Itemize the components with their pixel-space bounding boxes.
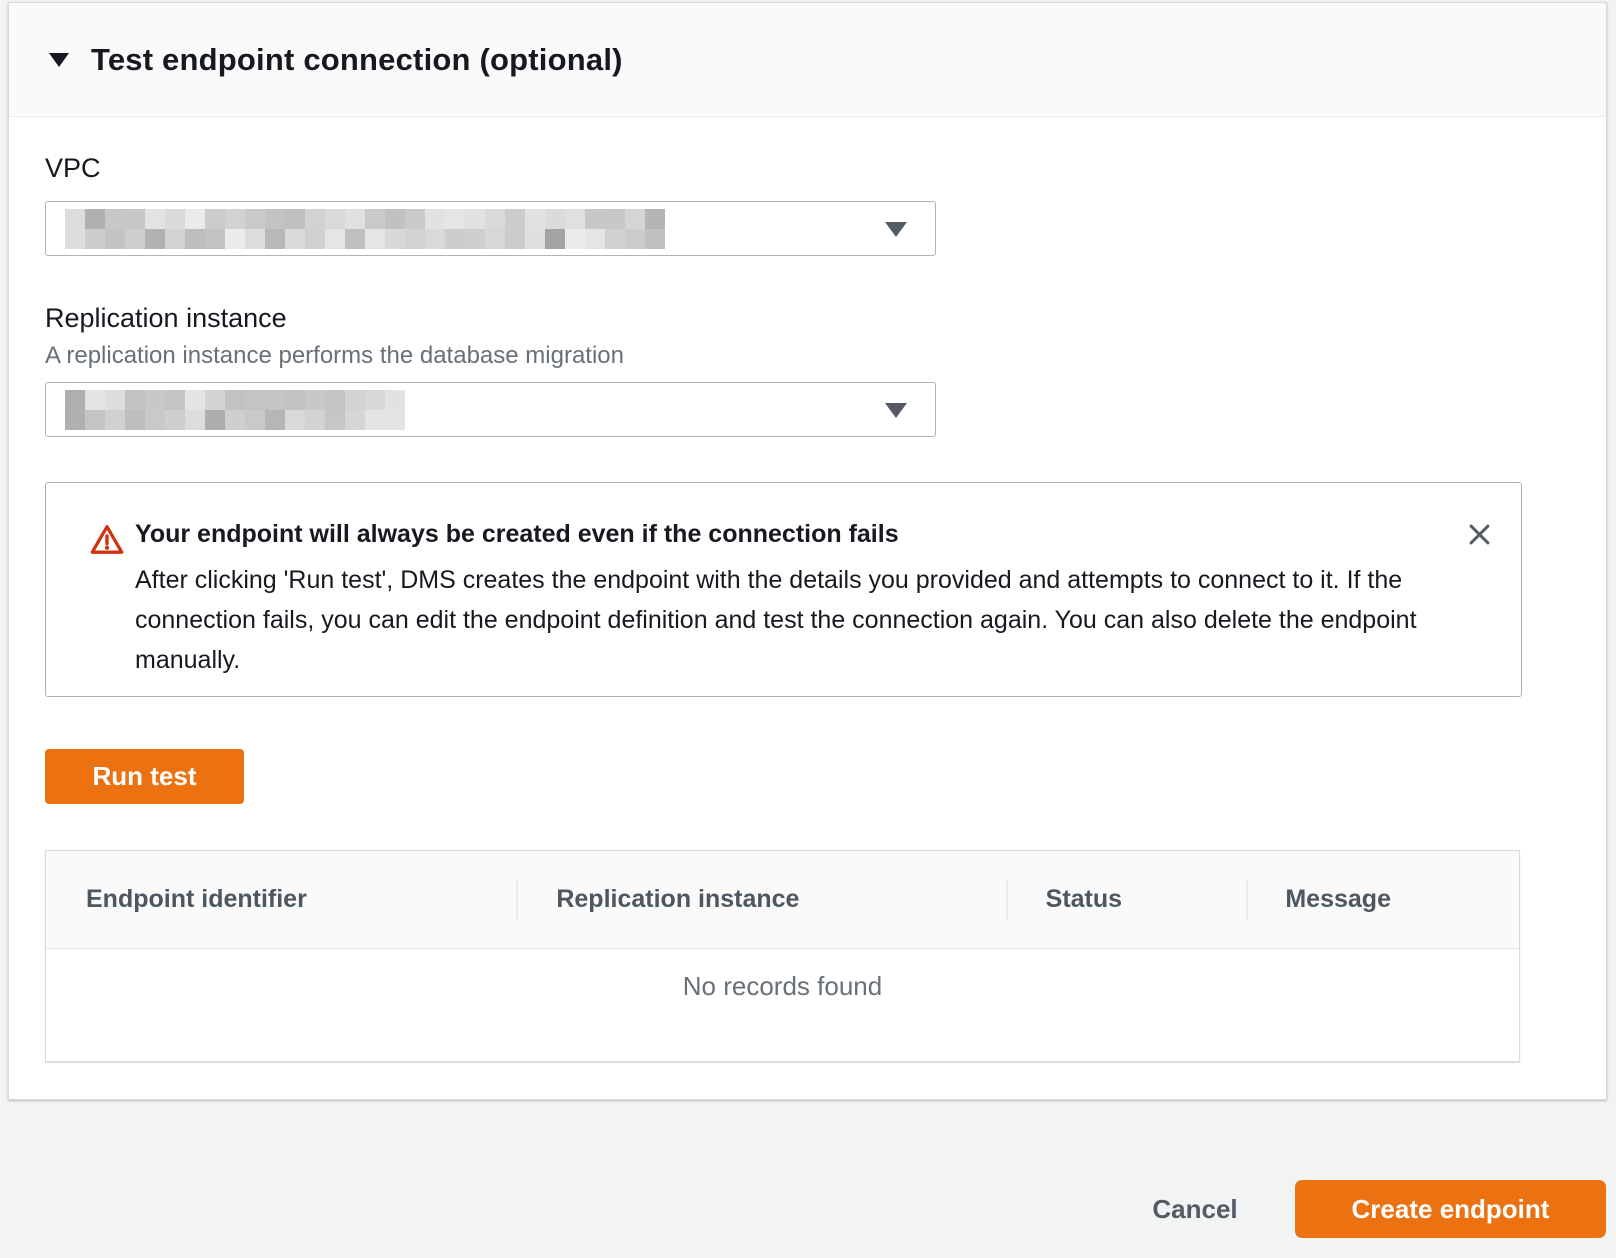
column-header-status[interactable]: Status [1006, 851, 1246, 948]
vpc-select[interactable] [45, 201, 936, 256]
alert-content: Your endpoint will always be created eve… [135, 517, 1450, 680]
test-results-table: Endpoint identifier Replication instance… [45, 850, 1520, 1062]
create-endpoint-page: Test endpoint connection (optional) VPC … [0, 0, 1616, 1258]
section-title: Test endpoint connection (optional) [91, 42, 623, 78]
alert-title: Your endpoint will always be created eve… [135, 517, 1450, 551]
close-icon[interactable] [1462, 517, 1497, 552]
warning-alert: Your endpoint will always be created eve… [45, 482, 1522, 697]
chevron-down-icon [885, 403, 907, 418]
test-endpoint-connection-section: Test endpoint connection (optional) VPC … [8, 2, 1607, 1100]
table-empty-state: No records found [46, 949, 1519, 1002]
replication-instance-label: Replication instance [45, 303, 287, 334]
table-header-row: Endpoint identifier Replication instance… [46, 851, 1519, 949]
column-header-message[interactable]: Message [1245, 851, 1519, 948]
section-header-toggle[interactable]: Test endpoint connection (optional) [9, 3, 1606, 117]
alert-body: After clicking 'Run test', DMS creates t… [135, 560, 1450, 680]
column-header-replication-instance[interactable]: Replication instance [516, 851, 1005, 948]
run-test-button[interactable]: Run test [45, 749, 244, 804]
column-header-endpoint-identifier[interactable]: Endpoint identifier [46, 851, 516, 948]
chevron-down-icon [885, 222, 907, 237]
caret-down-icon [49, 53, 69, 67]
replication-instance-description: A replication instance performs the data… [45, 342, 624, 370]
column-divider [1006, 879, 1008, 921]
column-divider [1246, 879, 1248, 921]
warning-triangle-icon [90, 523, 124, 562]
cancel-button[interactable]: Cancel [1130, 1180, 1260, 1238]
column-divider [516, 879, 518, 921]
create-endpoint-button[interactable]: Create endpoint [1295, 1180, 1606, 1238]
replication-instance-redacted-value [65, 390, 405, 430]
vpc-redacted-value [65, 209, 665, 249]
replication-instance-select[interactable] [45, 382, 936, 437]
vpc-label: VPC [45, 153, 101, 184]
